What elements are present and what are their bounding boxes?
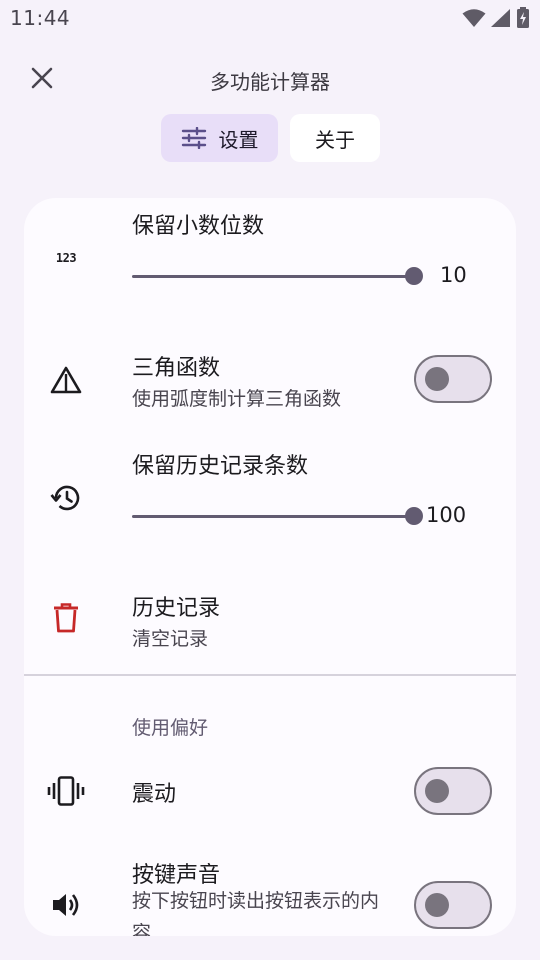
vibration-setting[interactable]: 震动 xyxy=(24,766,516,816)
switch-thumb xyxy=(425,367,449,391)
vibration-title: 震动 xyxy=(132,782,177,807)
slider-track xyxy=(132,275,414,278)
volume-icon xyxy=(50,889,82,921)
trig-switch[interactable] xyxy=(414,355,492,403)
history-count-title: 保留历史记录条数 xyxy=(132,454,309,479)
slider-thumb[interactable] xyxy=(405,267,423,285)
settings-card: 保留小数位数 123 10 三角函数 使用弧度制计算三角函数 保留历史记录条数 xyxy=(24,198,516,936)
history-icon xyxy=(50,482,82,514)
history-count-setting: 保留历史记录条数 100 xyxy=(24,448,516,558)
tab-bar: 设置 关于 xyxy=(161,114,380,162)
cellular-signal-icon xyxy=(491,9,510,27)
tune-icon xyxy=(181,127,206,149)
trig-title: 三角函数 xyxy=(132,356,221,381)
decimal-places-value: 10 xyxy=(440,263,467,287)
status-icons xyxy=(462,7,530,29)
vibration-switch[interactable] xyxy=(414,767,492,815)
key-sound-switch[interactable] xyxy=(414,881,492,929)
tab-about[interactable]: 关于 xyxy=(290,114,380,162)
app-title: 多功能计算器 xyxy=(210,70,330,94)
history-count-slider[interactable] xyxy=(132,506,423,526)
top-app-bar: 多功能计算器 xyxy=(0,56,540,100)
key-sound-subtitle: 按下按钮时读出按钮表示的内容 xyxy=(132,890,380,936)
switch-thumb xyxy=(425,779,449,803)
triangle-warning-icon xyxy=(50,364,82,396)
decimal-places-title: 保留小数位数 xyxy=(132,214,265,239)
history-count-value: 100 xyxy=(426,503,467,527)
decimal-places-slider[interactable] xyxy=(132,266,423,286)
slider-thumb[interactable] xyxy=(405,507,423,525)
wifi-icon xyxy=(462,9,486,27)
switch-thumb xyxy=(425,893,449,917)
tab-settings-label: 设置 xyxy=(218,127,259,152)
status-bar: 11:44 xyxy=(0,0,540,36)
delete-icon xyxy=(50,602,82,634)
history-clear-title: 历史记录 xyxy=(132,596,221,621)
history-clear-subtitle: 清空记录 xyxy=(132,628,209,650)
section-label-preferences: 使用偏好 xyxy=(132,717,209,739)
decimal-places-setting: 保留小数位数 123 10 xyxy=(24,198,516,308)
key-sound-setting[interactable]: 按键声音 按下按钮时读出按钮表示的内容 xyxy=(24,854,516,936)
tab-about-label: 关于 xyxy=(315,127,355,152)
slider-track xyxy=(132,515,414,518)
vibration-icon xyxy=(46,775,86,807)
trig-setting[interactable]: 三角函数 使用弧度制计算三角函数 xyxy=(24,338,516,428)
numbers-icon: 123 xyxy=(55,251,77,265)
status-time: 11:44 xyxy=(10,6,71,30)
battery-charging-icon xyxy=(517,7,529,28)
divider xyxy=(24,674,516,676)
tab-settings[interactable]: 设置 xyxy=(161,114,278,162)
trig-subtitle: 使用弧度制计算三角函数 xyxy=(132,388,342,410)
history-clear-setting[interactable]: 历史记录 清空记录 xyxy=(24,578,516,658)
